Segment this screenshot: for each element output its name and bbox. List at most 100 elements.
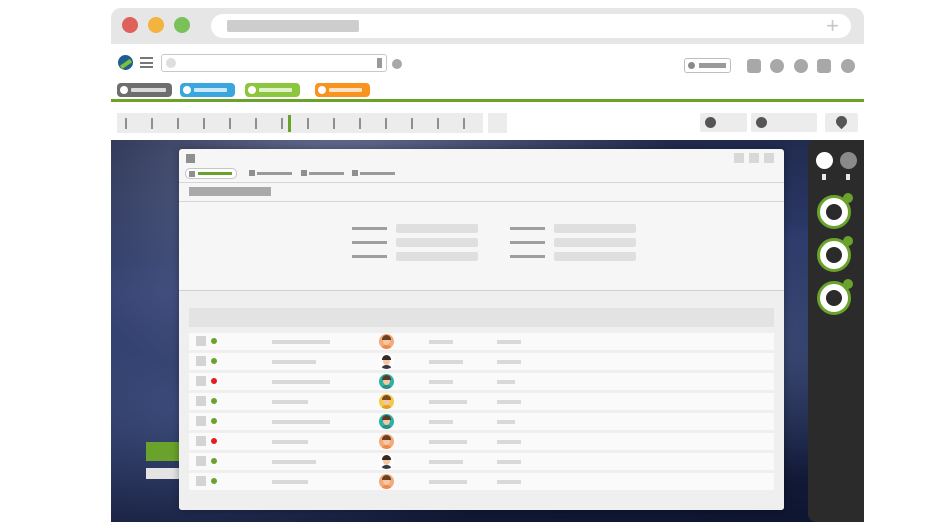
table-row[interactable] [189,393,774,410]
close-window-button[interactable] [122,17,138,33]
browser-window: + [111,8,864,522]
filter-tag-orange[interactable] [315,83,370,97]
row-meta-placeholder [497,400,521,404]
row-detail-placeholder [429,480,467,484]
field-input[interactable] [396,252,478,261]
field-label [510,227,545,230]
section-divider [179,201,784,202]
field-input[interactable] [554,224,636,233]
field-input[interactable] [554,238,636,247]
search-input[interactable] [161,54,387,72]
address-bar[interactable]: + [211,14,851,38]
timeline-slider[interactable] [117,113,483,133]
filter-tag-blue[interactable] [180,83,235,97]
background-green-panel [146,442,179,461]
row-name-placeholder [272,420,330,424]
table-row[interactable] [189,413,774,430]
modal-maximize-button[interactable] [749,153,759,163]
help-icon[interactable] [794,59,808,73]
avatar [379,474,394,489]
sidebar-toggle-secondary[interactable] [840,152,857,169]
avatar [379,334,394,349]
status-indicator [211,478,217,484]
sidebar-indicator-secondary [846,174,850,180]
table-row[interactable] [189,453,774,470]
row-checkbox[interactable] [196,396,206,406]
timeline-tick [437,118,439,129]
tab-general[interactable] [185,168,237,179]
tab-second[interactable] [249,168,294,179]
map-pin-icon [833,113,850,130]
table-row[interactable] [189,473,774,490]
app-logo-icon[interactable] [118,55,133,70]
timeline-control-start[interactable] [700,113,747,132]
row-detail-placeholder [429,440,467,444]
table-row[interactable] [189,433,774,450]
maximize-window-button[interactable] [174,17,190,33]
row-name-placeholder [272,360,316,364]
field-input[interactable] [554,252,636,261]
notifications-icon[interactable] [770,59,784,73]
field-input[interactable] [396,224,478,233]
row-checkbox[interactable] [196,356,206,366]
row-checkbox[interactable] [196,416,206,426]
table-row[interactable] [189,373,774,390]
timeline-end-button[interactable] [488,113,507,133]
row-meta-placeholder [497,380,515,384]
row-detail-placeholder [429,360,463,364]
tab-third[interactable] [301,168,346,179]
user-name-placeholder [699,63,726,68]
avatar [379,454,394,469]
new-tab-icon[interactable]: + [826,14,839,38]
device-status-badge [843,193,853,203]
field-input[interactable] [396,238,478,247]
row-name-placeholder [272,340,330,344]
sidebar-device-2[interactable] [817,236,853,272]
table-header [189,308,774,327]
timeline-control-range[interactable] [751,113,817,132]
row-name-placeholder [272,400,308,404]
sidebar-device-1[interactable] [817,193,853,229]
hamburger-menu-icon[interactable] [140,57,153,68]
filter-tag-green[interactable] [245,83,300,97]
timeline-current-marker[interactable] [288,115,291,132]
sidebar-device-3[interactable] [817,279,853,315]
tab-fourth[interactable] [352,168,397,179]
timeline-location-button[interactable] [825,113,858,132]
timeline-tick [177,118,179,129]
status-indicator [211,438,217,444]
timeline-tick [333,118,335,129]
field-label [352,227,387,230]
field-label [352,241,387,244]
minimize-window-button[interactable] [148,17,164,33]
field-label [352,255,387,258]
row-checkbox[interactable] [196,336,206,346]
row-name-placeholder [272,380,330,384]
timeline-tick [255,118,257,129]
row-meta-placeholder [497,480,521,484]
profile-icon[interactable] [841,59,855,73]
filter-tag-gray[interactable] [117,83,172,97]
row-checkbox[interactable] [196,476,206,486]
user-menu-button[interactable] [684,58,731,73]
row-meta-placeholder [497,460,521,464]
row-checkbox[interactable] [196,456,206,466]
row-meta-placeholder [497,340,521,344]
row-checkbox[interactable] [196,376,206,386]
status-indicator [211,338,217,344]
avatar [379,414,394,429]
timeline-tick [359,118,361,129]
modal-close-button[interactable] [764,153,774,163]
apps-icon[interactable] [747,59,761,73]
table-row[interactable] [189,353,774,370]
table-row[interactable] [189,333,774,350]
row-detail-placeholder [429,420,453,424]
modal-minimize-button[interactable] [734,153,744,163]
header-divider [111,99,864,102]
search-options-icon[interactable] [392,59,402,69]
browser-titlebar: + [111,8,864,44]
sidebar-toggle-primary[interactable] [816,152,833,169]
timeline-tick [125,118,127,129]
settings-icon[interactable] [817,59,831,73]
row-checkbox[interactable] [196,436,206,446]
